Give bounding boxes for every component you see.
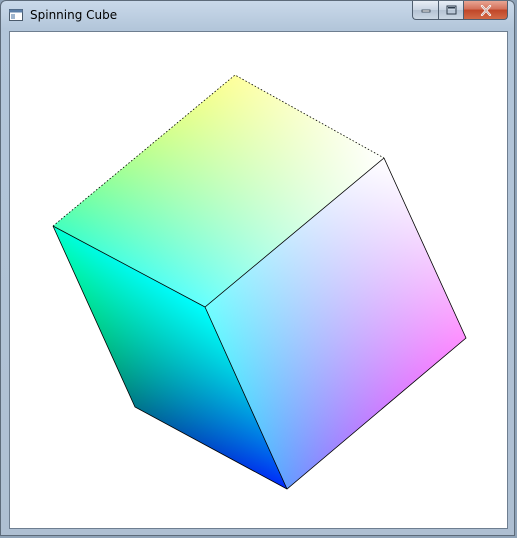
spinning-cube bbox=[52, 74, 467, 490]
app-window: Spinning Cube bbox=[0, 0, 515, 536]
render-canvas[interactable] bbox=[9, 31, 508, 529]
